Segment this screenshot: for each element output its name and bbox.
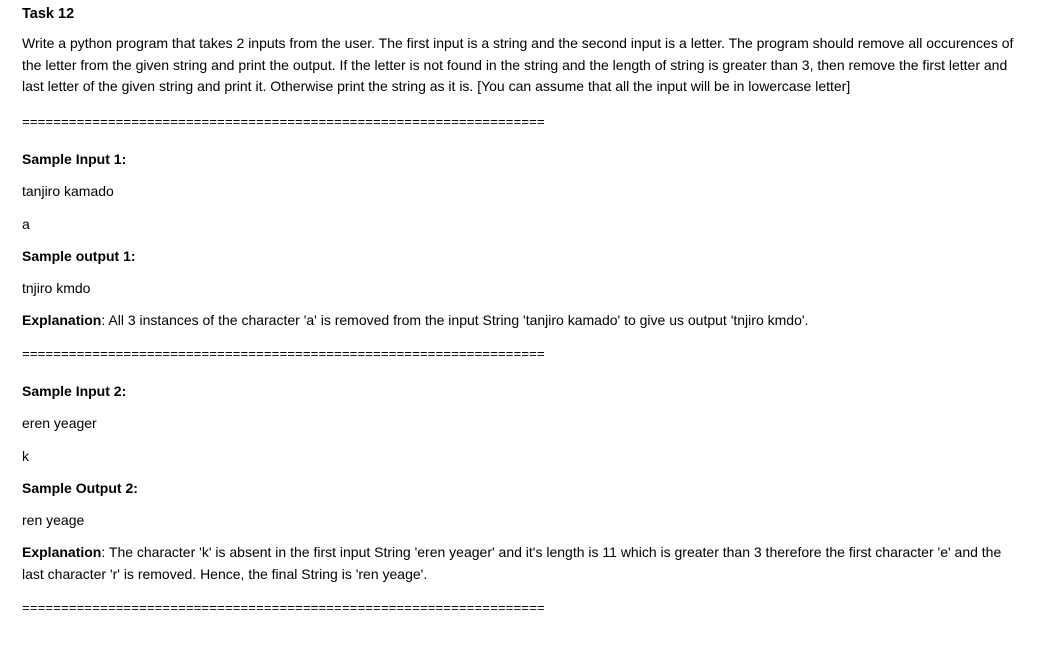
separator: ========================================… — [22, 114, 1024, 133]
separator: ========================================… — [22, 346, 1024, 365]
sample1-input-letter: a — [22, 214, 1024, 234]
separator: ========================================… — [22, 600, 1024, 619]
sample2-output-label: Sample Output 2: — [22, 478, 1024, 498]
sample1-output-label: Sample output 1: — [22, 246, 1024, 266]
explanation-text: : The character 'k' is absent in the fir… — [22, 544, 1001, 582]
sample2-input-letter: k — [22, 446, 1024, 466]
sample2-input-string: eren yeager — [22, 413, 1024, 433]
explanation-text: : All 3 instances of the character 'a' i… — [101, 312, 808, 328]
sample1-input-string: tanjiro kamado — [22, 181, 1024, 201]
sample2-input-label: Sample Input 2: — [22, 381, 1024, 401]
task-prompt: Write a python program that takes 2 inpu… — [22, 33, 1024, 98]
task-document: Task 12 Write a python program that take… — [0, 0, 1046, 653]
sample1-input-label: Sample Input 1: — [22, 149, 1024, 169]
explanation-label: Explanation — [22, 544, 101, 560]
sample1-output-value: tnjiro kmdo — [22, 278, 1024, 298]
task-title: Task 12 — [22, 4, 1024, 25]
sample1-explanation: Explanation: All 3 instances of the char… — [22, 310, 1024, 332]
explanation-label: Explanation — [22, 312, 101, 328]
sample2-output-value: ren yeage — [22, 510, 1024, 530]
sample2-explanation: Explanation: The character 'k' is absent… — [22, 542, 1024, 585]
